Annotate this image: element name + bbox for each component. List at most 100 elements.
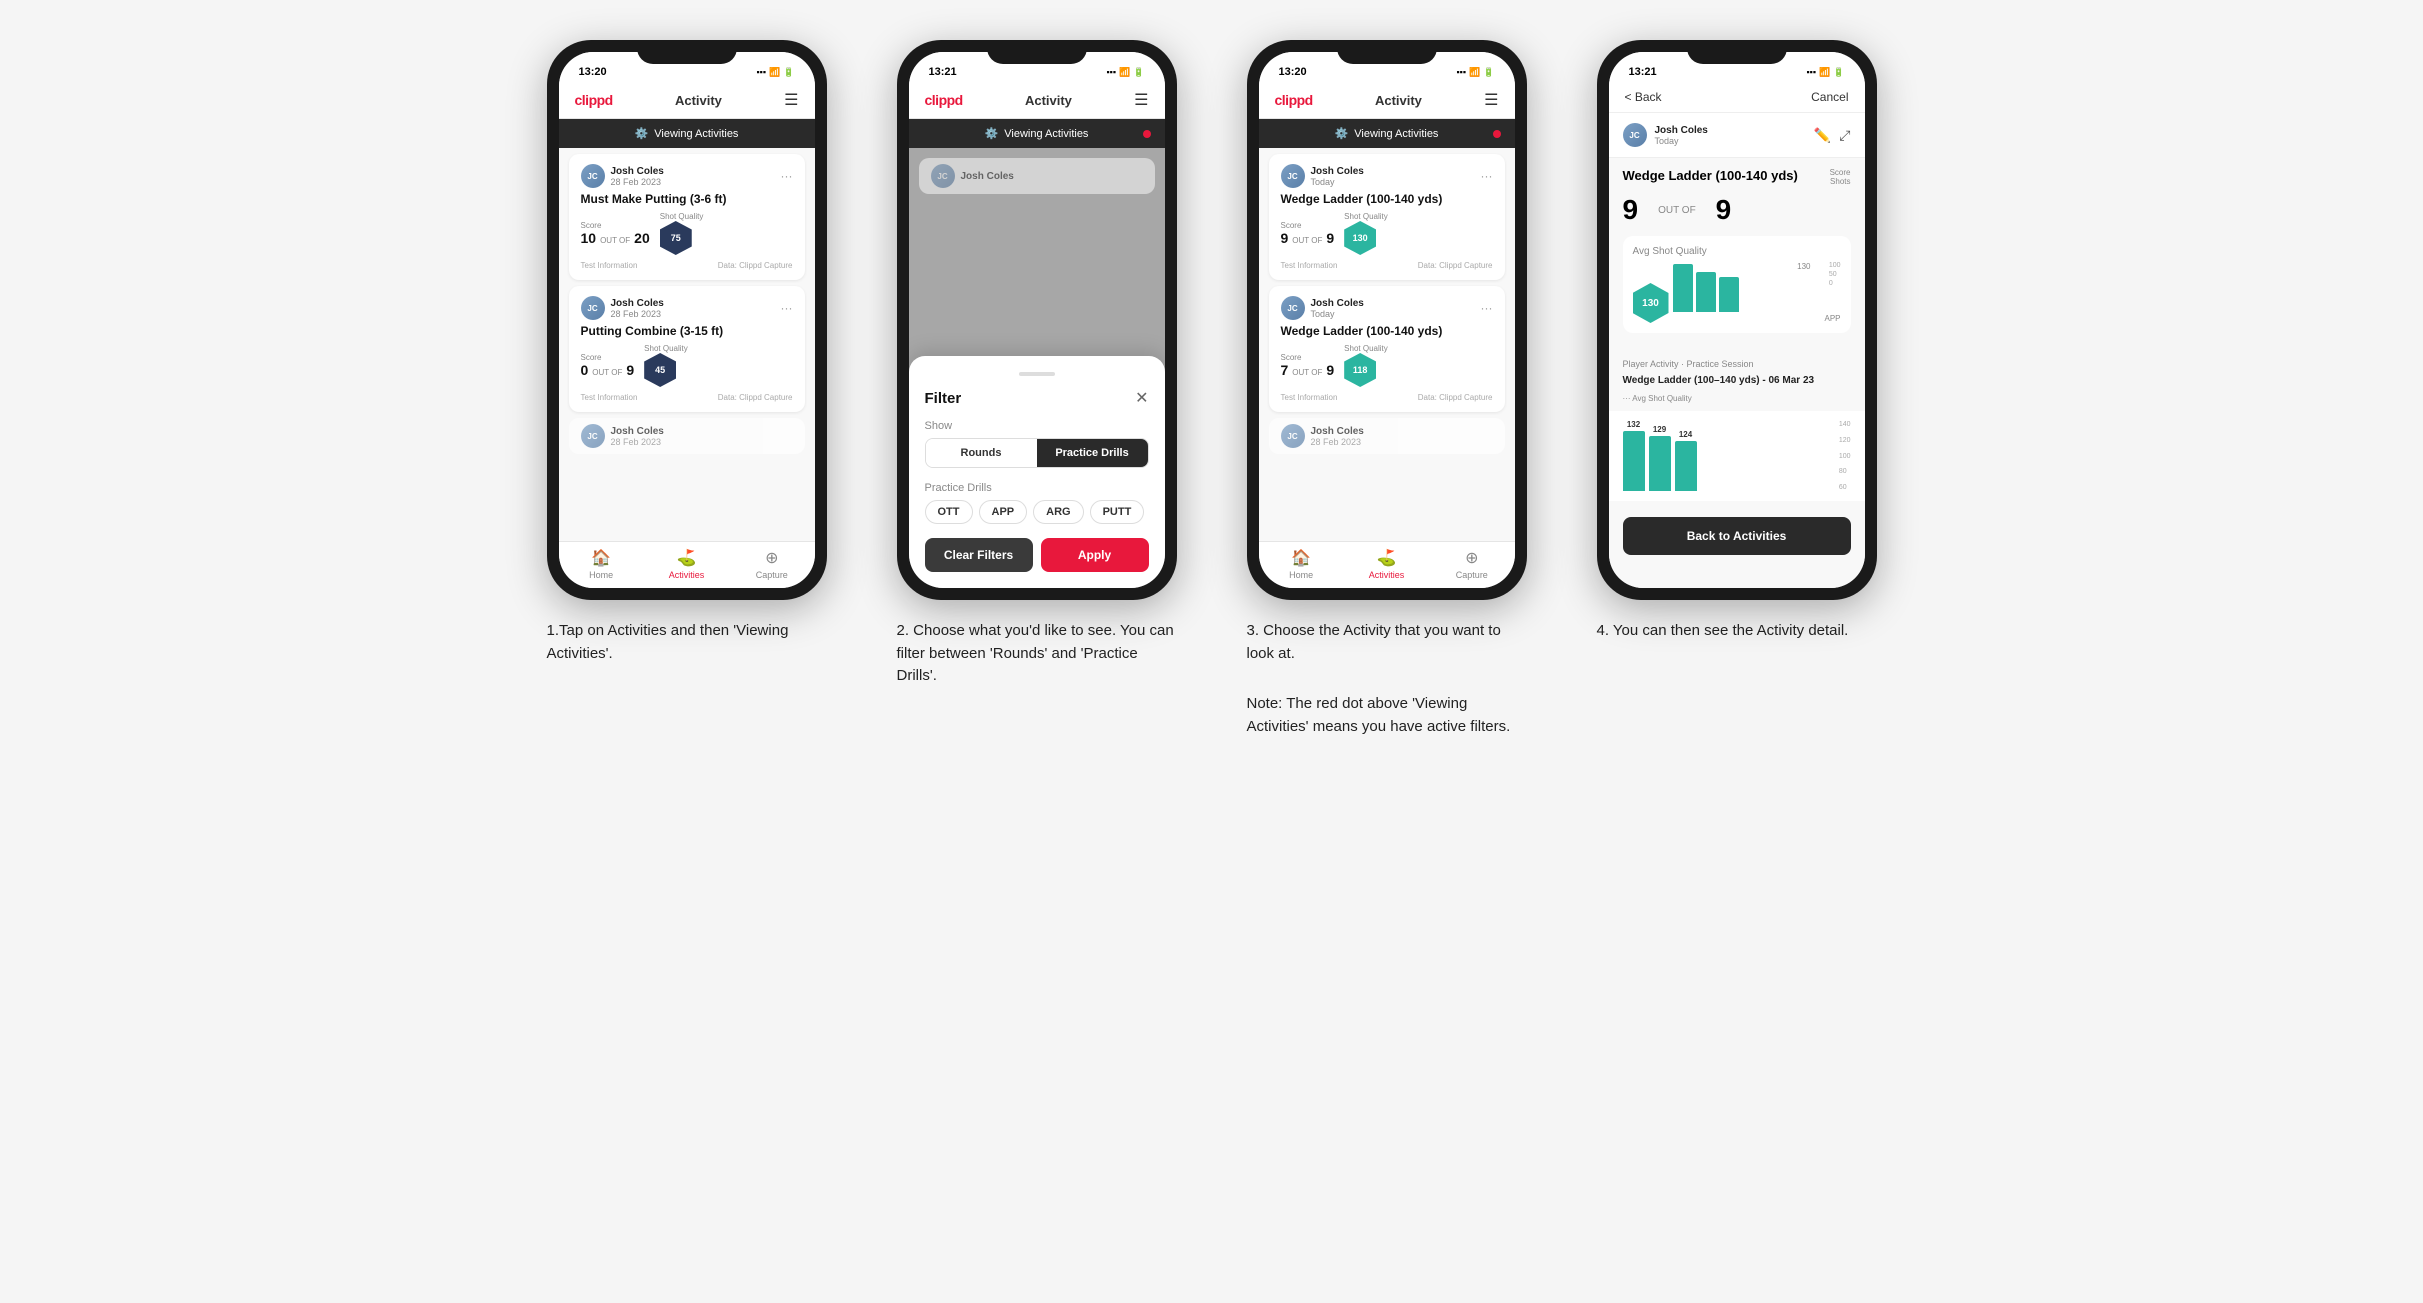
score-inline-3-1: 9 OUT OF 9: [1281, 230, 1335, 246]
outof-label-3-1: OUT OF: [1292, 236, 1322, 245]
filter-actions-2: Clear Filters Apply: [925, 538, 1149, 572]
battery-icon-2: 🔋: [1133, 67, 1144, 78]
nav-home-3[interactable]: 🏠 Home: [1259, 548, 1344, 580]
user-name-3-1: Josh Coles: [1311, 166, 1364, 177]
activity-item-3-2[interactable]: JC Josh Coles Today ··· Wedge Ladder (10…: [1269, 286, 1505, 412]
status-time-1: 13:20: [579, 66, 607, 78]
apply-button[interactable]: Apply: [1041, 538, 1149, 572]
score-group-3-1: Score 9 OUT OF 9: [1281, 221, 1335, 246]
activity-stats-3-1: Score 9 OUT OF 9 Shot Quality 1: [1281, 212, 1493, 255]
drill-tag-putt[interactable]: PUTT: [1090, 500, 1145, 524]
status-time-3: 13:20: [1279, 66, 1307, 78]
score-inline-1-2: 0 OUT OF 9: [581, 362, 635, 378]
menu-icon-2[interactable]: ☰: [1134, 90, 1148, 110]
activity-user-3-1: JC Josh Coles Today: [1281, 164, 1364, 188]
nav-capture-3[interactable]: ⊕ Capture: [1429, 548, 1514, 580]
back-button-4[interactable]: < Back: [1625, 90, 1662, 104]
back-activities-container-4: Back to Activities: [1609, 501, 1865, 579]
nav-activities-3[interactable]: ⛳ Activities: [1344, 548, 1429, 580]
rounds-toggle-btn[interactable]: Rounds: [926, 439, 1037, 467]
edit-icon-4[interactable]: ✏️: [1814, 127, 1831, 144]
more-icon-3-2[interactable]: ···: [1481, 301, 1493, 315]
activities-icon-1: ⛳: [677, 548, 697, 568]
phone-1: 13:20 ▪▪▪ 📶 🔋 clippd Activity ☰ ⚙️ V: [547, 40, 827, 600]
home-icon-1: 🏠: [591, 548, 611, 568]
partial-item-1-3: JC Josh Coles 28 Feb 2023: [569, 418, 805, 454]
viewing-banner-1[interactable]: ⚙️ Viewing Activities: [559, 119, 815, 148]
test-info-1-1: Test Information: [581, 261, 638, 270]
activity-item-3-1[interactable]: JC Josh Coles Today ··· Wedge Ladder (10…: [1269, 154, 1505, 280]
viewing-banner-2[interactable]: ⚙️ Viewing Activities: [909, 119, 1165, 148]
avatar-3-1: JC: [1281, 164, 1305, 188]
activity-stats-1-1: Score 10 OUT OF 20 Shot Quality: [581, 212, 793, 255]
more-icon-3-1[interactable]: ···: [1481, 169, 1493, 183]
data-source-3-1: Data: Clippd Capture: [1418, 261, 1493, 270]
clippd-logo-3: clippd: [1275, 92, 1313, 108]
drills-section-label-2: Practice Drills: [925, 482, 1149, 494]
practice-drills-toggle-btn[interactable]: Practice Drills: [1037, 439, 1148, 467]
drill-tag-arg[interactable]: ARG: [1033, 500, 1083, 524]
phone-notch-2: [987, 40, 1087, 64]
app-header-2: clippd Activity ☰: [909, 82, 1165, 119]
activity-stats-3-2: Score 7 OUT OF 9 Shot Quality 1: [1281, 344, 1493, 387]
activities-label-3: Activities: [1369, 570, 1405, 580]
user-name-1-2: Josh Coles: [611, 298, 664, 309]
user-info-1-1: Josh Coles 28 Feb 2023: [611, 166, 664, 187]
big-chart-4: 132 129 124: [1609, 411, 1865, 501]
bottom-nav-3: 🏠 Home ⛳ Activities ⊕ Capture: [1259, 541, 1515, 588]
detail-user-date-4: Today: [1655, 136, 1708, 146]
sq-group-1-1: Shot Quality 75: [660, 212, 704, 255]
avatar-1-2: JC: [581, 296, 605, 320]
nav-activities-1[interactable]: ⛳ Activities: [644, 548, 729, 580]
close-icon-2[interactable]: ✕: [1135, 388, 1148, 408]
activity-item-1-2[interactable]: JC Josh Coles 28 Feb 2023 ··· Putting Co…: [569, 286, 805, 412]
wifi-icon-2: 📶: [1119, 67, 1130, 78]
activity-title-3-1: Wedge Ladder (100-140 yds): [1281, 192, 1493, 206]
status-time-2: 13:21: [929, 66, 957, 78]
nav-capture-1[interactable]: ⊕ Capture: [729, 548, 814, 580]
sq-bar-labels-4: 100 50 0: [1829, 262, 1841, 287]
data-info-3-1: Test Information Data: Clippd Capture: [1281, 261, 1493, 270]
shots-value-3-2: 9: [1326, 362, 1334, 378]
score-inline-1-1: 10 OUT OF 20: [581, 230, 650, 246]
outof-label-3-2: OUT OF: [1292, 368, 1322, 377]
nav-home-1[interactable]: 🏠 Home: [559, 548, 644, 580]
data-info-1-1: Test Information Data: Clippd Capture: [581, 261, 793, 270]
detail-content-4: Wedge Ladder (100-140 yds) Score Shots 9…: [1609, 158, 1865, 353]
bar-item-4-3: 124: [1675, 430, 1697, 491]
share-icon-4[interactable]: ⤢: [1839, 127, 1850, 144]
partial-avatar-1-3: JC: [581, 424, 605, 448]
data-source-1-1: Data: Clippd Capture: [718, 261, 793, 270]
step-4-column: 13:21 ▪▪▪ 📶 🔋 < Back Cancel JC: [1577, 40, 1897, 643]
back-to-activities-button[interactable]: Back to Activities: [1623, 517, 1851, 555]
phone-notch-1: [637, 40, 737, 64]
cancel-button-4[interactable]: Cancel: [1811, 90, 1848, 104]
capture-icon-3: ⊕: [1465, 548, 1478, 568]
shots-value-1-1: 20: [634, 230, 650, 246]
sq-bar-chart-4: 100 50 0 130: [1673, 262, 1841, 323]
activity-title-1-1: Must Make Putting (3-6 ft): [581, 192, 793, 206]
activity-user-1-1: JC Josh Coles 28 Feb 2023: [581, 164, 664, 188]
drill-tag-ott[interactable]: OTT: [925, 500, 973, 524]
menu-icon-3[interactable]: ☰: [1484, 90, 1498, 110]
activity-item-header-1-2: JC Josh Coles 28 Feb 2023 ···: [581, 296, 793, 320]
detail-user-actions-4: ✏️ ⤢: [1814, 127, 1851, 144]
more-icon-1-2[interactable]: ···: [781, 301, 793, 315]
clear-filters-button[interactable]: Clear Filters: [925, 538, 1033, 572]
test-info-1-2: Test Information: [581, 393, 638, 402]
activity-item-1-1[interactable]: JC Josh Coles 28 Feb 2023 ··· Must Make …: [569, 154, 805, 280]
bar-4-3: [1719, 277, 1739, 312]
activity-item-header-3-2: JC Josh Coles Today ···: [1281, 296, 1493, 320]
score-group-1-1: Score 10 OUT OF 20: [581, 221, 650, 246]
sq-hex-1-2: 45: [644, 353, 676, 387]
sq-label-3-2: Shot Quality: [1344, 344, 1388, 353]
activity-stats-1-2: Score 0 OUT OF 9 Shot Quality 4: [581, 344, 793, 387]
menu-icon-1[interactable]: ☰: [784, 90, 798, 110]
phone-4: 13:21 ▪▪▪ 📶 🔋 < Back Cancel JC: [1597, 40, 1877, 600]
drill-tag-app[interactable]: APP: [979, 500, 1028, 524]
more-icon-1-1[interactable]: ···: [781, 169, 793, 183]
detail-view-4: Wedge Ladder (100-140 yds) Score Shots 9…: [1609, 158, 1865, 588]
viewing-banner-3[interactable]: ⚙️ Viewing Activities: [1259, 119, 1515, 148]
activity-item-header-3-1: JC Josh Coles Today ···: [1281, 164, 1493, 188]
page-container: 13:20 ▪▪▪ 📶 🔋 clippd Activity ☰ ⚙️ V: [527, 40, 1897, 738]
